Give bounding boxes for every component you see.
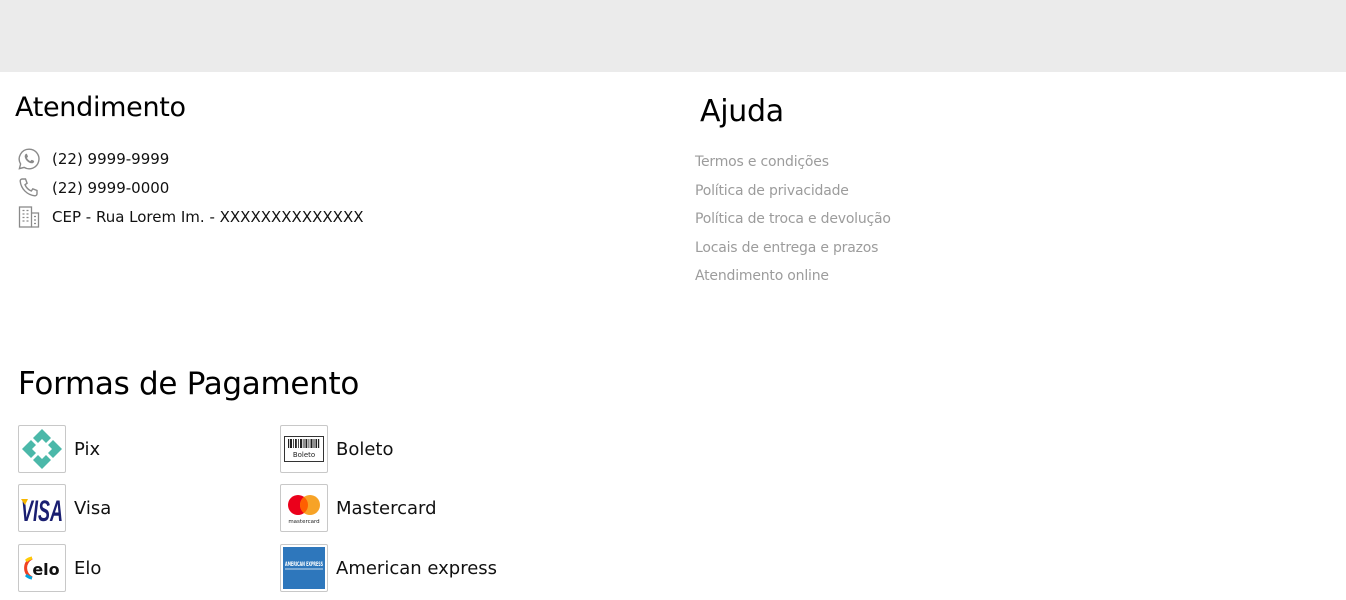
payment-mastercard-label: Mastercard xyxy=(336,497,437,519)
payment-elo: elo Elo xyxy=(18,544,101,592)
payment-visa: VISA Visa xyxy=(18,484,111,532)
whatsapp-icon xyxy=(16,146,42,172)
ajuda-title: Ajuda xyxy=(700,94,784,129)
payment-boleto: Boleto Boleto xyxy=(280,425,394,473)
boleto-logo: Boleto xyxy=(280,425,328,473)
pagamento-title: Formas de Pagamento xyxy=(18,366,360,402)
phone-icon xyxy=(16,175,42,201)
elo-logo-text: elo xyxy=(32,560,59,579)
contact-whatsapp[interactable]: (22) 9999-9999 xyxy=(16,146,169,172)
header-band xyxy=(0,0,1346,72)
pix-logo xyxy=(18,425,66,473)
payment-pix: Pix xyxy=(18,425,100,473)
contact-address[interactable]: CEP - Rua Lorem Im. - XXXXXXXXXXXXXX xyxy=(16,204,364,230)
boleto-logo-text: Boleto xyxy=(293,451,315,459)
elo-logo: elo xyxy=(18,544,66,592)
atendimento-title: Atendimento xyxy=(15,92,186,123)
payment-pix-label: Pix xyxy=(74,438,101,460)
contact-phone-text: (22) 9999-0000 xyxy=(52,179,170,197)
link-troca-devolucao[interactable]: Política de troca e devolução xyxy=(695,207,891,236)
payment-mastercard: mastercard Mastercard xyxy=(280,484,437,532)
payment-visa-label: Visa xyxy=(74,497,112,519)
link-entrega-prazos[interactable]: Locais de entrega e prazos xyxy=(695,236,891,265)
contact-address-text: CEP - Rua Lorem Im. - XXXXXXXXXXXXXX xyxy=(52,208,364,226)
payment-amex: AMERICAN EXPRESS American express xyxy=(280,544,497,592)
link-atendimento-online[interactable]: Atendimento online xyxy=(695,264,891,293)
mastercard-logo: mastercard xyxy=(280,484,328,532)
payment-elo-label: Elo xyxy=(74,557,102,579)
visa-logo: VISA xyxy=(18,484,66,532)
contact-whatsapp-text: (22) 9999-9999 xyxy=(52,150,170,168)
amex-logo-text: AMERICAN EXPRESS xyxy=(285,560,323,568)
link-privacidade[interactable]: Política de privacidade xyxy=(695,179,891,208)
payment-boleto-label: Boleto xyxy=(336,438,394,460)
help-links: Termos e condições Política de privacida… xyxy=(695,150,891,293)
building-icon xyxy=(16,204,42,230)
payment-amex-label: American express xyxy=(336,557,498,579)
mastercard-logo-text: mastercard xyxy=(288,519,319,525)
contact-phone[interactable]: (22) 9999-0000 xyxy=(16,175,169,201)
amex-logo: AMERICAN EXPRESS xyxy=(280,544,328,592)
link-termos[interactable]: Termos e condições xyxy=(695,150,891,179)
